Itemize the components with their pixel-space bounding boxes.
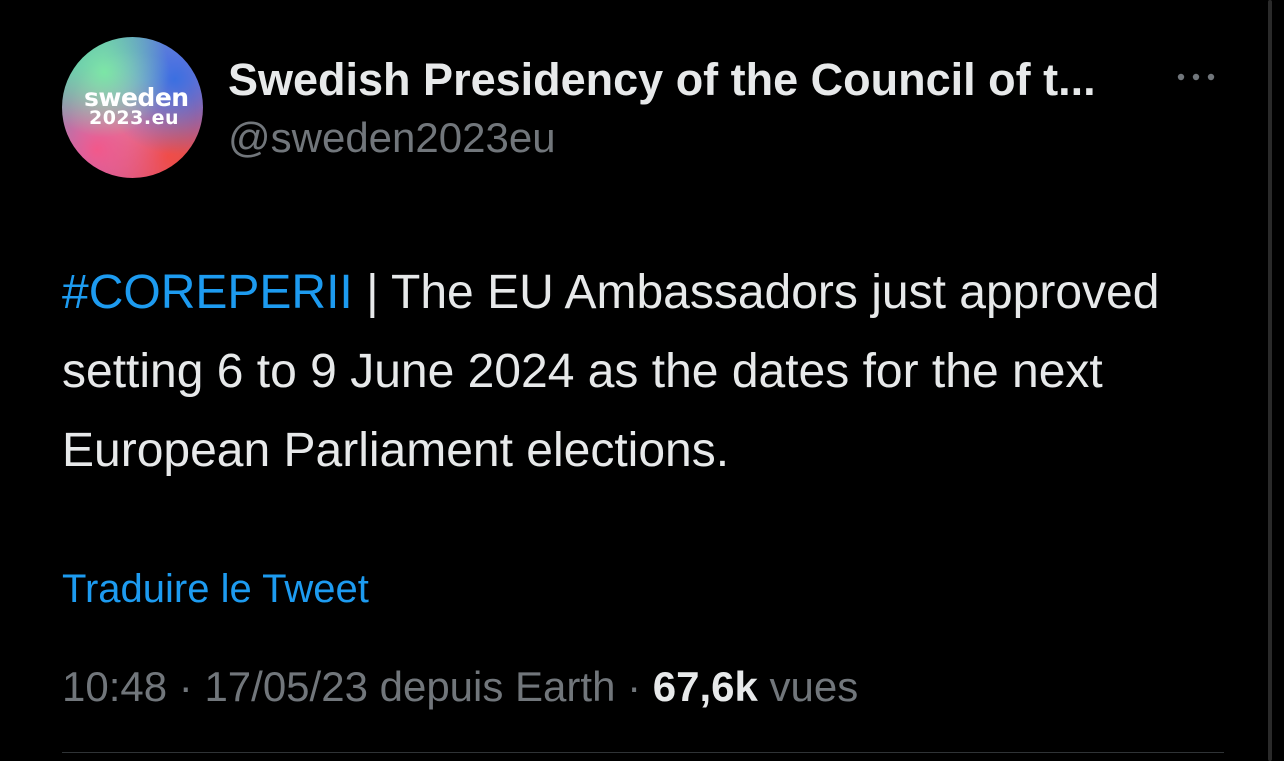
meta-separator: · — [167, 663, 205, 710]
author-handle[interactable]: @sweden2023eu — [228, 114, 556, 162]
tweet-source: depuis Earth — [367, 663, 616, 710]
avatar[interactable]: sweden 2023.eu — [62, 37, 203, 178]
tweet-metadata: 10:48 · 17/05/23 depuis Earth · 67,6k vu… — [62, 663, 858, 711]
divider — [62, 752, 1224, 753]
tweet-time[interactable]: 10:48 — [62, 663, 167, 710]
avatar-logo-line2: 2023.eu — [88, 107, 179, 129]
tweet-detail: sweden 2023.eu Swedish Presidency of the… — [0, 0, 1284, 761]
avatar-logo: sweden 2023.eu — [84, 85, 189, 129]
scrollbar[interactable] — [1268, 0, 1272, 761]
views-label: vues — [757, 663, 859, 710]
meta-separator: · — [615, 663, 653, 710]
tweet-text: #COREPERII | The EU Ambassadors just app… — [62, 253, 1242, 490]
translate-tweet-link[interactable]: Traduire le Tweet — [62, 567, 369, 612]
views-count[interactable]: 67,6k — [653, 663, 758, 710]
author-display-name[interactable]: Swedish Presidency of the Council of t..… — [228, 54, 1096, 106]
more-horizontal-icon[interactable] — [1170, 66, 1222, 88]
tweet-date[interactable]: 17/05/23 — [204, 663, 368, 710]
hashtag-link[interactable]: #COREPERII — [62, 266, 353, 319]
